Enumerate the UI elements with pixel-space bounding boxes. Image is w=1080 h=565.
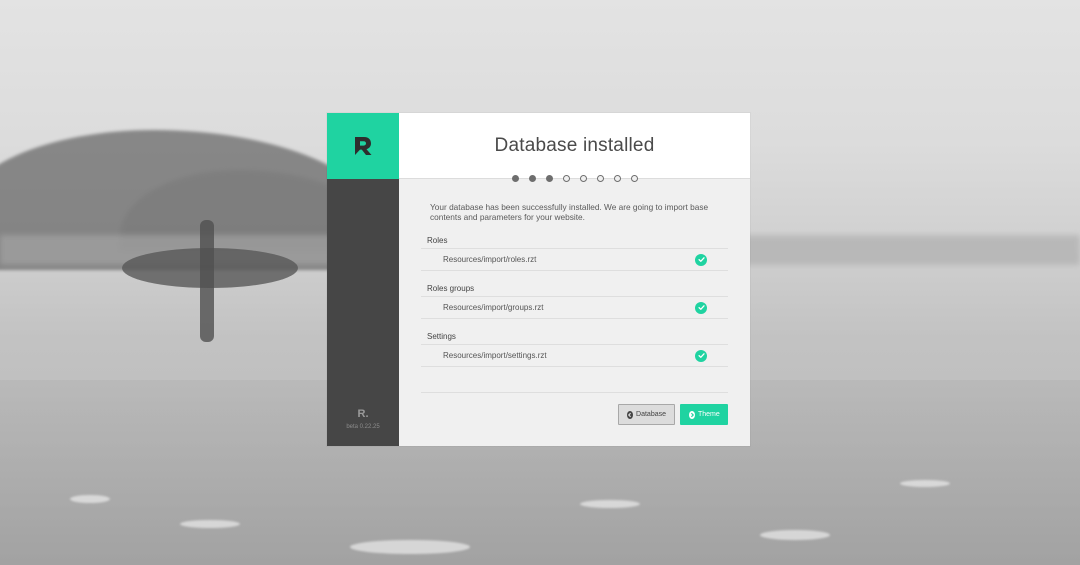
page-title: Database installed [494, 134, 655, 156]
arrow-right-circle-icon [689, 410, 695, 419]
import-group-label: Roles groups [427, 284, 475, 293]
step-dot-pending [613, 175, 621, 182]
wizard-main: Database installed Your database has bee… [399, 113, 750, 446]
import-path: Resources/import/settings.rzt [443, 351, 547, 360]
wizard-content: Your database has been successfully inst… [399, 179, 750, 367]
background-foam [70, 495, 110, 503]
import-row: Resources/import/settings.rzt [421, 344, 728, 367]
version-label: beta 0.22.25 [346, 424, 380, 430]
import-group-settings: Settings Resources/import/settings.rzt [421, 332, 728, 367]
background-surfer [200, 220, 214, 342]
intro-text: Your database has been successfully inst… [430, 202, 709, 222]
check-circle-icon [695, 253, 707, 266]
import-group-roles-groups: Roles groups Resources/import/groups.rzt [421, 284, 728, 319]
step-dot-completed [511, 175, 519, 182]
check-circle-icon [695, 349, 707, 362]
mini-logo: R. [357, 408, 369, 420]
next-button-label: Theme [698, 411, 720, 418]
step-dot-pending [562, 175, 570, 182]
background-foam [760, 530, 830, 540]
step-dot-completed [528, 175, 536, 182]
back-button-label: Database [636, 411, 666, 418]
wizard-header: Database installed [399, 113, 750, 179]
import-row: Resources/import/groups.rzt [421, 296, 728, 319]
install-wizard-dialog: R. beta 0.22.25 Database installed Your … [327, 113, 750, 446]
import-path: Resources/import/roles.rzt [443, 255, 537, 264]
import-group-label: Roles [427, 236, 448, 245]
background-foam [180, 520, 240, 528]
import-path: Resources/import/groups.rzt [443, 303, 544, 312]
wizard-sidebar: R. beta 0.22.25 [327, 113, 399, 446]
step-dot-completed [545, 175, 553, 182]
sidebar-version-block: R. beta 0.22.25 [327, 408, 399, 430]
check-circle-icon [695, 301, 707, 314]
background-foam [900, 480, 950, 487]
import-group-roles: Roles Resources/import/roles.rzt [421, 236, 728, 271]
background-foam [350, 540, 470, 554]
back-database-button[interactable]: Database [618, 404, 675, 425]
step-dot-pending [630, 175, 638, 182]
import-row: Resources/import/roles.rzt [421, 248, 728, 271]
import-group-label: Settings [427, 332, 456, 341]
background-foam [580, 500, 640, 508]
step-dot-pending [579, 175, 587, 182]
step-dot-pending [596, 175, 604, 182]
wizard-footer: Database Theme [421, 392, 728, 425]
step-progress [399, 175, 750, 182]
logo-r-icon [355, 137, 372, 155]
next-theme-button[interactable]: Theme [680, 404, 728, 425]
arrow-left-circle-icon [627, 410, 634, 419]
brand-logo [327, 113, 399, 179]
